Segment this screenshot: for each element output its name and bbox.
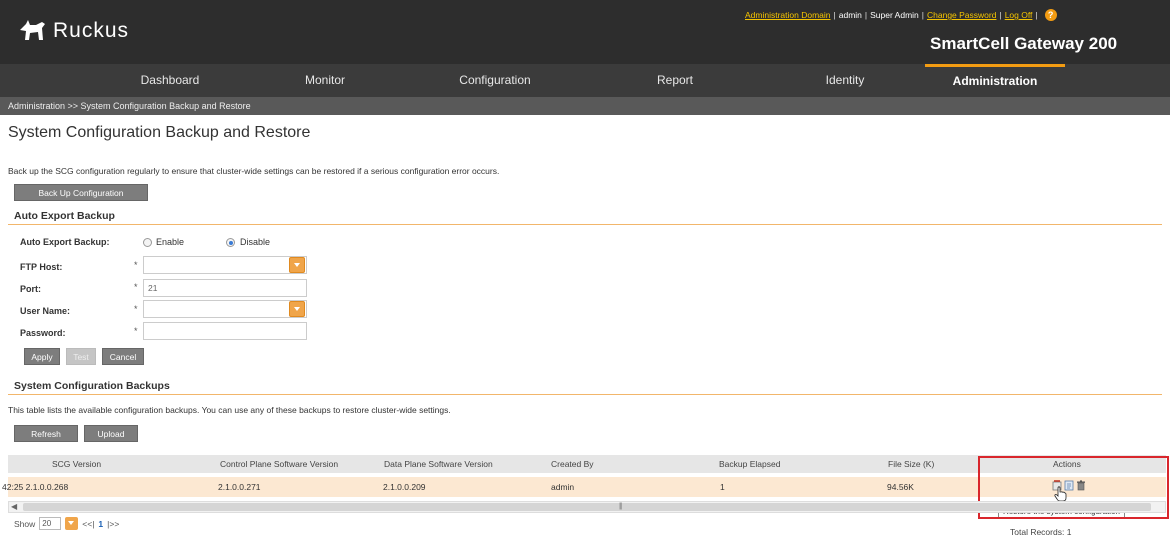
horizontal-scrollbar[interactable]: ◀ |||	[8, 501, 1166, 513]
enable-radio[interactable]	[143, 238, 152, 247]
user-name-select[interactable]	[143, 300, 307, 318]
section-divider	[8, 394, 1162, 395]
administration-domain-link[interactable]: Administration Domain	[745, 10, 831, 20]
upload-button[interactable]: Upload	[84, 425, 138, 442]
required-mark: *	[134, 282, 138, 292]
scrollbar-thumb[interactable]	[23, 503, 1151, 511]
cell-data-plane-version: 2.1.0.0.209	[383, 482, 426, 492]
page-size-dropdown-icon[interactable]	[65, 517, 79, 530]
main-nav: Dashboard Monitor Configuration Report I…	[0, 64, 1170, 97]
brand-name: Ruckus	[53, 19, 130, 42]
required-mark: *	[134, 304, 138, 314]
page-description: Back up the SCG configuration regularly …	[8, 166, 500, 176]
disable-radio-label: Disable	[240, 237, 271, 247]
user-name-dropdown-icon[interactable]	[289, 301, 305, 317]
cell-file-size: 94.56K	[887, 482, 914, 492]
logout-link[interactable]: Log Off	[1005, 10, 1033, 20]
nav-monitor[interactable]: Monitor	[280, 64, 370, 97]
required-mark: *	[134, 326, 138, 336]
refresh-button[interactable]: Refresh	[14, 425, 78, 442]
ftp-host-label: FTP Host:	[20, 262, 63, 272]
next-page-link[interactable]: |>>	[107, 519, 119, 529]
pager: Show 20 <<| 1 |>>	[14, 517, 119, 530]
dog-logo-icon	[20, 20, 45, 40]
help-icon[interactable]: ?	[1044, 9, 1057, 21]
cell-backup-elapsed: 1	[720, 482, 725, 492]
ftp-host-dropdown-icon[interactable]	[289, 257, 305, 273]
scroll-left-icon[interactable]: ◀	[11, 502, 17, 512]
change-password-link[interactable]: Change Password	[927, 10, 996, 20]
scroll-grip-icon: |||	[619, 503, 623, 510]
auto-export-section-title: Auto Export Backup	[14, 210, 115, 222]
nav-configuration[interactable]: Configuration	[435, 64, 555, 97]
header-links: Administration Domain | admin | Super Ad…	[745, 9, 1057, 21]
cancel-button[interactable]: Cancel	[102, 348, 144, 365]
password-input[interactable]	[143, 322, 307, 340]
apply-button[interactable]: Apply	[24, 348, 60, 365]
col-data-plane-version[interactable]: Data Plane Software Version	[384, 455, 493, 473]
prev-page-link[interactable]: <<|	[82, 519, 94, 529]
port-label: Port:	[20, 284, 41, 294]
product-name: SmartCell Gateway 200	[930, 34, 1118, 53]
user-role: Super Admin	[870, 10, 919, 20]
backups-description: This table lists the available configura…	[8, 405, 451, 415]
col-file-size[interactable]: File Size (K)	[888, 455, 934, 473]
password-label: Password:	[20, 328, 66, 338]
nav-identity[interactable]: Identity	[800, 64, 890, 97]
col-created-by[interactable]: Created By	[551, 455, 594, 473]
col-scg-version[interactable]: SCG Version	[52, 455, 101, 473]
app-header: Ruckus Administration Domain | admin | S…	[0, 0, 1170, 64]
cell-created-by: admin	[551, 482, 575, 492]
ruckus-logo: Ruckus	[18, 18, 129, 44]
enable-radio-label: Enable	[156, 237, 185, 247]
port-input[interactable]: 21	[143, 279, 307, 297]
current-page[interactable]: 1	[98, 519, 103, 529]
col-backup-elapsed[interactable]: Backup Elapsed	[719, 455, 780, 473]
username: admin	[838, 10, 862, 20]
auto-export-label: Auto Export Backup:	[20, 237, 110, 247]
cell-control-plane-version: 2.1.0.0.271	[218, 482, 261, 492]
show-label: Show	[14, 518, 36, 529]
page-size-select[interactable]: 20	[39, 517, 62, 530]
col-control-plane-version[interactable]: Control Plane Software Version	[220, 455, 338, 473]
back-up-configuration-button[interactable]: Back Up Configuration	[14, 184, 148, 201]
breadcrumb: Administration >> System Configuration B…	[0, 97, 1170, 115]
nav-administration[interactable]: Administration	[925, 64, 1065, 97]
total-records: Total Records: 1	[1010, 527, 1072, 537]
user-name-label: User Name:	[20, 306, 71, 316]
cell-scg-version: 42:25 2.1.0.0.268	[2, 482, 69, 492]
section-divider	[8, 224, 1162, 225]
nav-report[interactable]: Report	[630, 64, 720, 97]
test-button[interactable]: Test	[66, 348, 96, 365]
nav-dashboard[interactable]: Dashboard	[115, 64, 225, 97]
backups-section-title: System Configuration Backups	[14, 380, 170, 392]
ftp-host-select[interactable]	[143, 256, 307, 274]
page-title: System Configuration Backup and Restore	[8, 124, 311, 141]
disable-radio[interactable]	[226, 238, 235, 247]
required-mark: *	[134, 260, 138, 270]
